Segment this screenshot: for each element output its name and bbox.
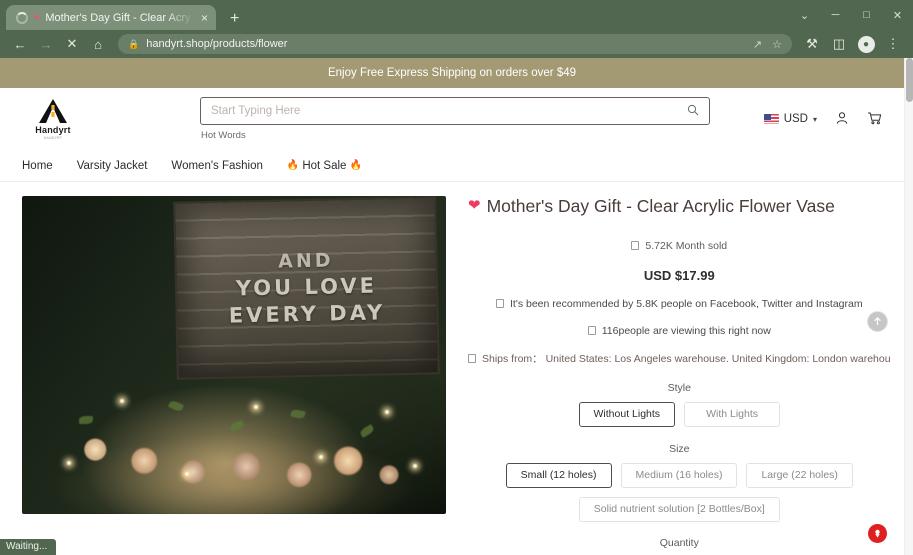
tab-search-icon[interactable]: ⌄ bbox=[789, 0, 820, 30]
size-option-medium[interactable]: Medium (16 holes) bbox=[620, 462, 738, 488]
search-area: Hot Words bbox=[200, 97, 710, 141]
logo-text: Handyrt bbox=[35, 125, 71, 135]
tab-title: Mother's Day Gift - Clear Acry bbox=[45, 11, 191, 24]
browser-toolbar: ← → ✕ ⌂ 🔒 handyrt.shop/products/flower ↗… bbox=[0, 30, 913, 58]
quantity-label: Quantity bbox=[659, 536, 699, 549]
browser-tab[interactable]: ♥ Mother's Day Gift - Clear Acry × bbox=[6, 5, 216, 30]
sign-text-line2: EVERY DAY bbox=[228, 300, 386, 328]
size-options: Small (12 holes) Medium (16 holes) Large… bbox=[468, 462, 891, 522]
size-label: Size bbox=[669, 442, 690, 455]
maximize-icon[interactable]: □ bbox=[851, 0, 882, 30]
placeholder-glyph-icon bbox=[587, 326, 596, 336]
style-option-without-lights[interactable]: Without Lights bbox=[578, 401, 676, 427]
main-nav: Home Varsity Jacket Women's Fashion 🔥 Ho… bbox=[0, 150, 904, 182]
month-sold: 5.72K Month sold bbox=[468, 240, 891, 252]
nav-item-womens-fashion[interactable]: Women's Fashion bbox=[171, 160, 262, 172]
header-actions: USD ▾ bbox=[763, 111, 882, 128]
recommendation-line: It's been recommended by 5.8K people on … bbox=[468, 298, 891, 310]
home-icon[interactable]: ⌂ bbox=[86, 32, 110, 56]
web-page: Enjoy Free Express Shipping on orders ov… bbox=[0, 58, 904, 555]
lock-icon: 🔒 bbox=[128, 38, 140, 49]
browser-menu-icon[interactable]: ⋮ bbox=[881, 32, 905, 56]
style-options: Without Lights With Lights bbox=[468, 401, 891, 427]
page-scrollbar[interactable] bbox=[904, 58, 913, 555]
style-label: Style bbox=[667, 381, 691, 394]
viewing-now-text: 116people are viewing this right now bbox=[601, 324, 771, 337]
share-icon[interactable]: ↗ bbox=[753, 38, 762, 51]
hot-words-label[interactable]: Hot Words bbox=[201, 130, 710, 141]
fire-icon-left: 🔥 bbox=[286, 160, 300, 171]
logo-subtitle: HANDYRT bbox=[43, 136, 63, 140]
close-window-icon[interactable]: ✕ bbox=[882, 0, 913, 30]
floating-promo-badge[interactable] bbox=[868, 524, 887, 543]
tab-loading-spinner bbox=[16, 11, 28, 24]
scroll-to-top-button[interactable] bbox=[867, 311, 888, 332]
cart-icon[interactable] bbox=[867, 111, 882, 128]
scrollbar-thumb[interactable] bbox=[906, 58, 913, 102]
product-title-text: Mother's Day Gift - Clear Acrylic Flower… bbox=[486, 196, 835, 216]
address-bar[interactable]: 🔒 handyrt.shop/products/flower ↗ ☆ bbox=[118, 34, 792, 54]
search-icon[interactable] bbox=[687, 104, 699, 119]
size-option-large[interactable]: Large (22 holes) bbox=[746, 462, 853, 488]
profile-avatar-button[interactable]: ● bbox=[854, 32, 878, 56]
product-main-image[interactable]: AND YOU LOVE EVERY DAY bbox=[22, 196, 446, 514]
size-option-small[interactable]: Small (12 holes) bbox=[505, 462, 612, 488]
us-flag-icon bbox=[763, 114, 779, 124]
forward-icon[interactable]: → bbox=[34, 32, 58, 56]
viewing-now-line: 116people are viewing this right now bbox=[468, 325, 891, 337]
recommendation-text: It's been recommended by 5.8K people on … bbox=[509, 297, 863, 310]
address-bar-url: handyrt.shop/products/flower bbox=[146, 38, 288, 50]
product-gallery: AND YOU LOVE EVERY DAY bbox=[22, 196, 446, 549]
status-bubble: Waiting... bbox=[0, 539, 57, 555]
chevron-down-icon: ▾ bbox=[812, 114, 817, 124]
nav-item-hot-sale[interactable]: 🔥 Hot Sale 🔥 bbox=[287, 160, 362, 172]
promo-banner: Enjoy Free Express Shipping on orders ov… bbox=[0, 58, 904, 88]
wooden-sign-graphic: AND YOU LOVE EVERY DAY bbox=[172, 196, 440, 380]
bookmark-star-icon[interactable]: ☆ bbox=[772, 38, 782, 51]
nav-item-hot-sale-label: Hot Sale bbox=[302, 159, 347, 172]
side-panel-icon[interactable]: ◫ bbox=[827, 32, 851, 56]
product-price: USD $17.99 bbox=[643, 267, 715, 283]
sign-text-top: AND bbox=[277, 249, 334, 273]
product-title: ❤ Mother's Day Gift - Clear Acrylic Flow… bbox=[468, 196, 891, 218]
placeholder-glyph-icon bbox=[495, 299, 504, 309]
new-tab-button[interactable]: + bbox=[230, 11, 239, 27]
site-header: Handyrt HANDYRT Hot Words bbox=[0, 88, 904, 150]
avatar: ● bbox=[857, 35, 875, 53]
placeholder-glyph-icon bbox=[631, 241, 640, 251]
style-option-with-lights[interactable]: With Lights bbox=[684, 401, 781, 427]
nav-item-varsity-jacket[interactable]: Varsity Jacket bbox=[77, 160, 148, 172]
window-controls: ⌄ ─ □ ✕ bbox=[789, 0, 913, 30]
flower-bouquet-graphic bbox=[30, 374, 438, 514]
heart-icon: ❤ bbox=[468, 197, 481, 214]
sign-text-line1: YOU LOVE bbox=[235, 273, 377, 301]
product-section: AND YOU LOVE EVERY DAY ❤ Mother's Day Gi… bbox=[0, 182, 904, 549]
fire-icon-right: 🔥 bbox=[349, 160, 362, 171]
minimize-icon[interactable]: ─ bbox=[820, 0, 851, 30]
search-input[interactable] bbox=[211, 105, 687, 117]
ships-from-line: Ships from： United States: Los Angeles w… bbox=[468, 351, 891, 366]
currency-selector[interactable]: USD ▾ bbox=[763, 113, 817, 125]
search-box[interactable] bbox=[200, 97, 710, 125]
heart-favicon: ♥ bbox=[34, 12, 40, 22]
stop-loading-icon[interactable]: ✕ bbox=[60, 32, 84, 56]
logo-mark-icon bbox=[36, 98, 70, 124]
account-icon[interactable] bbox=[835, 111, 849, 128]
page-viewport: Enjoy Free Express Shipping on orders ov… bbox=[0, 58, 913, 555]
tab-close-icon[interactable]: × bbox=[201, 12, 208, 24]
nav-item-home[interactable]: Home bbox=[22, 160, 53, 172]
month-sold-text: 5.72K Month sold bbox=[645, 239, 728, 252]
tab-strip: ♥ Mother's Day Gift - Clear Acry × + ⌄ ─… bbox=[0, 0, 913, 30]
site-logo[interactable]: Handyrt HANDYRT bbox=[22, 98, 84, 140]
size-option-solid-nutrient[interactable]: Solid nutrient solution [2 Bottles/Box] bbox=[578, 496, 780, 522]
back-icon[interactable]: ← bbox=[8, 32, 32, 56]
placeholder-glyph-icon bbox=[468, 353, 476, 363]
currency-code: USD bbox=[783, 113, 808, 125]
ships-from-text: Ships from： United States: Los Angeles w… bbox=[482, 352, 891, 365]
product-details: ❤ Mother's Day Gift - Clear Acrylic Flow… bbox=[446, 196, 891, 549]
extensions-icon[interactable]: ⚒ bbox=[800, 32, 824, 56]
browser-window: ♥ Mother's Day Gift - Clear Acry × + ⌄ ─… bbox=[0, 0, 913, 555]
